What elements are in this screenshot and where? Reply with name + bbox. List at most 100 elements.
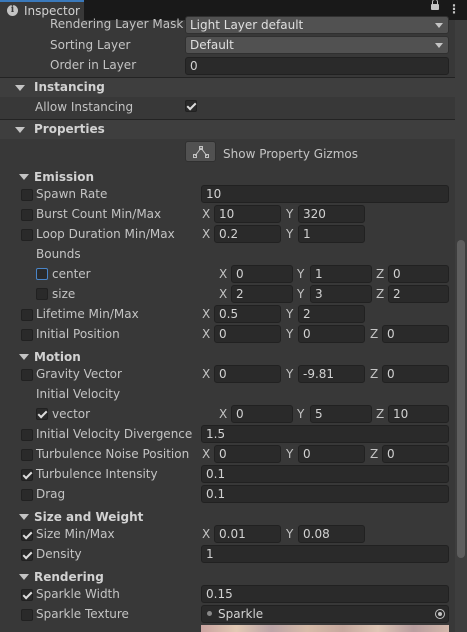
z-axis-label: Z (376, 287, 385, 301)
size-y-field[interactable]: 0.08 (298, 525, 365, 543)
size-checkbox[interactable] (21, 529, 33, 541)
bounds-size-z-field[interactable]: 2 (388, 285, 449, 303)
y-axis-label: Y (297, 287, 305, 301)
bounds-size-checkbox[interactable] (36, 288, 48, 300)
spawn-rate-field[interactable]: 10 (201, 185, 449, 203)
y-axis-label: Y (286, 367, 294, 381)
velocity-vector-y-field[interactable]: 5 (310, 405, 372, 423)
sparkle-width-checkbox[interactable] (21, 589, 33, 601)
turbulence-noise-x-field[interactable]: 0 (214, 445, 281, 463)
bounds-size-y-field[interactable]: 3 (310, 285, 372, 303)
rendering-title: Rendering (34, 570, 104, 584)
gravity-z-field[interactable]: 0 (382, 365, 449, 383)
sparkle-texture-checkbox[interactable] (21, 609, 33, 621)
spawn-rate-checkbox[interactable] (21, 189, 33, 201)
y-axis-label: Y (286, 447, 294, 461)
burst-count-x-field[interactable]: 10 (214, 205, 281, 223)
velocity-divergence-checkbox[interactable] (21, 429, 33, 441)
drag-label: Drag (36, 487, 66, 501)
bounds-center-checkbox[interactable] (36, 268, 48, 280)
burst-count-checkbox[interactable] (21, 209, 33, 221)
properties-header[interactable]: Properties (0, 119, 467, 139)
object-picker-icon[interactable] (435, 609, 445, 619)
initial-position-checkbox[interactable] (21, 329, 33, 341)
tab-title: Inspector (24, 4, 80, 18)
chevron-down-icon (435, 23, 443, 28)
sparkle-width-field[interactable]: 0.15 (201, 585, 449, 603)
size-weight-title: Size and Weight (34, 510, 144, 524)
sorting-layer-label: Sorting Layer (50, 38, 131, 52)
instancing-header[interactable]: Instancing (0, 77, 467, 97)
sorting-layer-value: Default (190, 38, 234, 52)
turbulence-noise-checkbox[interactable] (21, 449, 33, 461)
bounds-center-y-field[interactable]: 1 (310, 265, 372, 283)
bounds-center-z-field[interactable]: 0 (388, 265, 449, 283)
initial-position-y-field[interactable]: 0 (298, 325, 365, 343)
property-gizmos-button[interactable] (185, 141, 216, 162)
velocity-divergence-field[interactable]: 1.5 (201, 425, 449, 443)
gravity-y-field[interactable]: -9.81 (298, 365, 365, 383)
turbulence-noise-label: Turbulence Noise Position (36, 447, 190, 461)
velocity-vector-z-field[interactable]: 10 (388, 405, 449, 423)
velocity-vector-x-field[interactable]: 0 (231, 405, 293, 423)
z-axis-label: Z (376, 267, 385, 281)
bounds-size-x-field[interactable]: 2 (231, 285, 293, 303)
bounds-label: Bounds (36, 247, 81, 261)
foldout-arrow-icon (15, 127, 25, 133)
loop-duration-x-field[interactable]: 0.2 (214, 225, 281, 243)
gizmo-icon (193, 146, 209, 158)
y-axis-label: Y (286, 327, 294, 341)
loop-duration-y-field[interactable]: 1 (298, 225, 365, 243)
loop-duration-checkbox[interactable] (21, 229, 33, 241)
x-axis-label: X (202, 227, 211, 241)
rendering-layer-mask-label: Rendering Layer Mask (50, 17, 184, 31)
lifetime-checkbox[interactable] (21, 309, 33, 321)
drag-field[interactable]: 0.1 (201, 485, 449, 503)
x-axis-label: X (219, 407, 228, 421)
velocity-vector-label: vector (52, 407, 91, 421)
sparkle-texture-label: Sparkle Texture (36, 607, 129, 621)
x-axis-label: X (202, 367, 211, 381)
gravity-checkbox[interactable] (21, 369, 33, 381)
drag-checkbox[interactable] (21, 489, 33, 501)
lifetime-label: Lifetime Min/Max (36, 307, 139, 321)
sparkle-texture-field[interactable]: Sparkle (201, 605, 449, 623)
foldout-arrow-icon[interactable] (19, 514, 29, 520)
y-axis-label: Y (297, 267, 305, 281)
motion-title: Motion (34, 350, 81, 364)
foldout-arrow-icon[interactable] (19, 354, 29, 360)
property-gizmos-label: Show Property Gizmos (223, 147, 358, 161)
turbulence-noise-y-field[interactable]: 0 (298, 445, 365, 463)
loop-duration-label: Loop Duration Min/Max (36, 227, 175, 241)
burst-count-label: Burst Count Min/Max (36, 207, 162, 221)
gravity-x-field[interactable]: 0 (214, 365, 281, 383)
foldout-arrow-icon[interactable] (19, 174, 29, 180)
texture-icon (207, 611, 212, 616)
order-in-layer-field[interactable]: 0 (185, 57, 449, 75)
sorting-layer-dropdown[interactable]: Default (185, 36, 449, 54)
burst-count-y-field[interactable]: 320 (298, 205, 365, 223)
x-axis-label: X (202, 307, 211, 321)
turbulence-intensity-checkbox[interactable] (21, 469, 33, 481)
initial-position-x-field[interactable]: 0 (214, 325, 281, 343)
rendering-layer-mask-dropdown[interactable]: Light Layer default (185, 16, 449, 34)
size-x-field[interactable]: 0.01 (214, 525, 281, 543)
lifetime-x-field[interactable]: 0.5 (214, 305, 281, 323)
z-axis-label: Z (376, 407, 385, 421)
z-axis-label: Z (370, 447, 379, 461)
density-field[interactable]: 1 (201, 545, 449, 563)
initial-position-z-field[interactable]: 0 (382, 325, 449, 343)
lifetime-y-field[interactable]: 2 (298, 305, 365, 323)
more-options-icon[interactable]: ⋮ (448, 2, 460, 16)
velocity-vector-checkbox[interactable] (36, 408, 48, 420)
turbulence-intensity-field[interactable]: 0.1 (201, 465, 449, 483)
bounds-center-x-field[interactable]: 0 (231, 265, 293, 283)
scrollbar-thumb[interactable] (457, 240, 465, 558)
turbulence-noise-z-field[interactable]: 0 (382, 445, 449, 463)
emission-title: Emission (34, 170, 94, 184)
chevron-down-icon (435, 43, 443, 48)
density-checkbox[interactable] (21, 549, 33, 561)
allow-instancing-checkbox[interactable] (185, 100, 197, 112)
foldout-arrow-icon[interactable] (19, 574, 29, 580)
lock-icon[interactable] (431, 0, 439, 10)
